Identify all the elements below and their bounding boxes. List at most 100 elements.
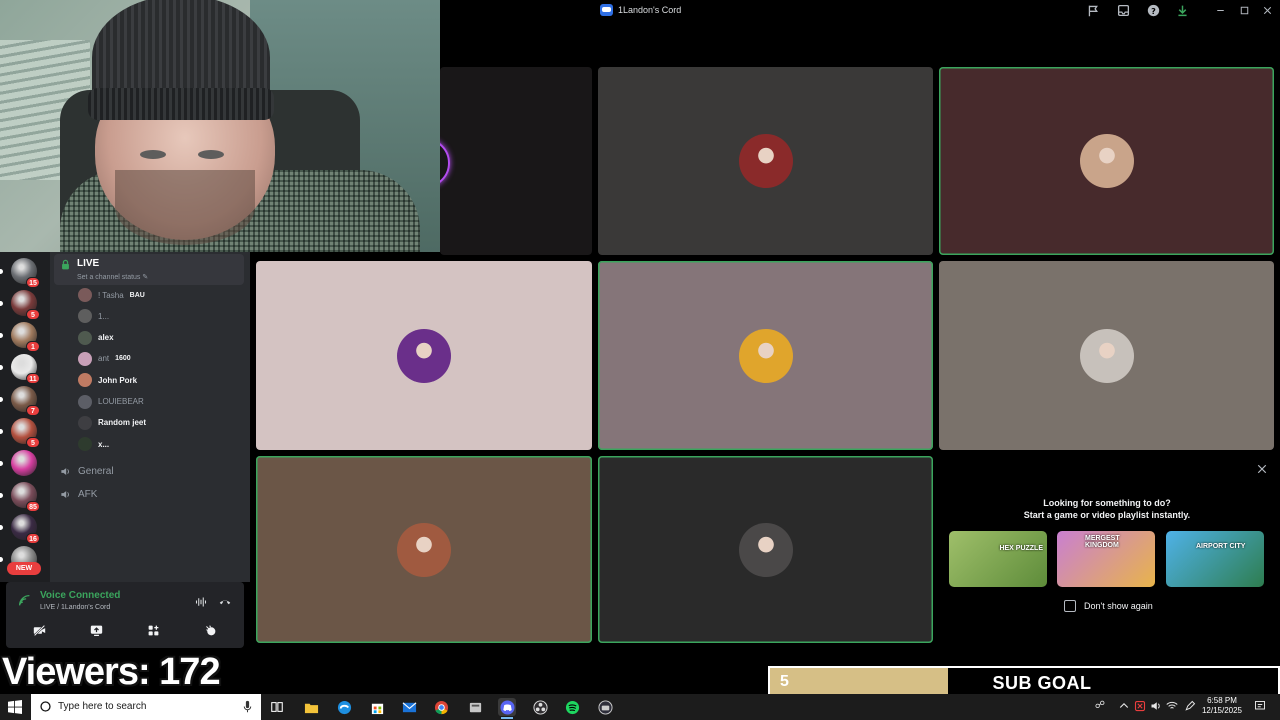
voice-connected-subtitle[interactable]: LIVE / 1Landon's Cord — [40, 604, 110, 611]
flag-icon[interactable] — [1087, 4, 1100, 17]
app-icon[interactable] — [466, 698, 484, 716]
server-icon[interactable]: 15 — [0, 258, 40, 288]
user-name: LOUIEBEAR — [98, 397, 144, 406]
microsoft-store-icon[interactable] — [368, 698, 386, 716]
participant-avatar — [1079, 134, 1134, 188]
signal-icon[interactable] — [18, 594, 31, 607]
minimize-icon[interactable] — [1214, 4, 1227, 17]
server-icon[interactable]: 16 — [0, 514, 40, 544]
camera-off-button[interactable] — [16, 620, 62, 640]
file-explorer-icon[interactable] — [302, 698, 320, 716]
voice-user[interactable]: x... — [78, 435, 109, 453]
user-name: 1... — [98, 311, 110, 321]
close-icon[interactable] — [1261, 4, 1274, 17]
channel-live[interactable]: LIVE Set a channel status ✎ — [54, 254, 244, 285]
unread-pip — [0, 429, 3, 434]
window-title-text: 1Landon's Cord — [618, 5, 682, 15]
mention-badge: 16 — [26, 533, 40, 544]
game-card-airport-city[interactable]: AIRPORT CITY — [1166, 531, 1264, 587]
chevron-up-icon[interactable] — [1118, 700, 1130, 712]
noise-suppression-icon[interactable] — [195, 595, 207, 607]
voice-user[interactable]: ! Tasha BAU — [78, 286, 145, 304]
antivirus-icon[interactable] — [1134, 700, 1146, 712]
microphone-icon[interactable] — [242, 700, 253, 713]
streamlabs-icon[interactable] — [596, 698, 614, 716]
volume-icon[interactable] — [1150, 700, 1162, 712]
screen-share-button[interactable] — [73, 620, 119, 640]
video-tile[interactable] — [939, 67, 1274, 255]
discord-icon[interactable] — [498, 698, 516, 719]
soundboard-button[interactable] — [187, 620, 233, 640]
user-name: x... — [98, 439, 110, 449]
voice-user[interactable]: ant 1600 — [78, 350, 131, 368]
server-icon[interactable]: 11 — [0, 354, 40, 384]
spotify-icon[interactable] — [563, 698, 581, 716]
video-tile[interactable] — [598, 67, 933, 255]
pen-icon[interactable] — [1184, 700, 1196, 712]
chrome-icon[interactable] — [432, 698, 450, 716]
new-badge: NEW — [7, 562, 41, 575]
camera-off-icon — [33, 624, 45, 636]
taskbar-search[interactable]: Type here to search — [31, 694, 261, 720]
taskbar-clock[interactable]: 6:58 PM 12/15/2025 — [1196, 696, 1248, 716]
notification-icon[interactable] — [1254, 700, 1266, 712]
close-icon[interactable] — [1256, 462, 1268, 474]
edge-icon[interactable] — [335, 698, 353, 716]
mention-badge: 15 — [26, 277, 40, 288]
download-icon[interactable] — [1176, 4, 1189, 17]
voice-user[interactable]: 1... — [78, 307, 109, 325]
video-tile[interactable] — [598, 456, 933, 643]
voice-user[interactable]: LOUIEBEAR — [78, 393, 144, 411]
server-icon[interactable]: 5 — [0, 418, 40, 448]
video-tile[interactable] — [256, 261, 592, 450]
game-card-art — [949, 531, 1047, 587]
disconnect-icon[interactable] — [219, 595, 231, 607]
windows-start-icon[interactable] — [8, 700, 22, 714]
mention-badge: 5 — [26, 309, 40, 320]
voice-user[interactable]: alex — [78, 329, 114, 347]
activities-button[interactable] — [130, 620, 176, 640]
voice-channel-general[interactable]: General — [60, 463, 114, 479]
inbox-icon[interactable] — [1117, 4, 1130, 17]
sub-goal-progress — [770, 668, 948, 696]
server-icon[interactable]: 7 — [0, 386, 40, 416]
soundboard-icon — [205, 624, 215, 635]
dont-show-again-label: Don't show again — [1084, 601, 1153, 611]
dont-show-again-checkbox[interactable]: Don't show again — [1064, 600, 1153, 612]
game-card-mergest-kingdom[interactable]: MERGEST KINGDOM — [1057, 531, 1155, 587]
video-tile[interactable] — [598, 261, 933, 450]
participant-avatar — [397, 328, 451, 383]
voice-user[interactable]: John Pork — [78, 371, 137, 389]
people-icon[interactable]: ☍ — [1094, 700, 1106, 712]
video-tile[interactable] — [440, 67, 592, 255]
network-icon[interactable] — [1166, 700, 1178, 712]
channel-list: LIVE Set a channel status ✎ ! Tasha BAU 1… — [50, 252, 250, 582]
pencil-icon: ✎ — [142, 274, 149, 281]
channel-status[interactable]: Set a channel status ✎ — [77, 273, 148, 281]
help-icon[interactable]: ? — [1147, 4, 1160, 17]
svg-text:?: ? — [1151, 6, 1156, 16]
unread-pip — [0, 301, 3, 306]
video-tile[interactable] — [256, 456, 592, 643]
server-icon[interactable]: 1 — [0, 322, 40, 352]
participant-avatar — [397, 522, 451, 577]
user-name: Random jeet — [98, 418, 147, 428]
mention-badge: 5 — [26, 437, 40, 448]
server-icon[interactable] — [0, 450, 37, 476]
game-card-hex-puzzle[interactable]: HEX PUZZLE — [949, 531, 1047, 587]
maximize-icon[interactable] — [1238, 4, 1251, 17]
game-card-art — [1166, 531, 1264, 587]
server-icon[interactable]: 5 — [0, 290, 40, 320]
mail-icon[interactable] — [400, 698, 418, 716]
participant-avatar — [738, 522, 793, 577]
task-view-icon[interactable] — [268, 698, 286, 716]
server-icon[interactable]: 85 — [0, 482, 40, 512]
user-avatar — [78, 288, 92, 302]
voice-connected-title[interactable]: Voice Connected — [40, 590, 120, 601]
obs-icon[interactable] — [531, 698, 549, 716]
voice-channel-afk[interactable]: AFK — [60, 486, 97, 502]
video-tile[interactable] — [939, 261, 1274, 450]
voice-user[interactable]: Random jeet — [78, 414, 146, 432]
checkbox-box[interactable] — [1064, 600, 1076, 612]
screen: 1Landon's Cord ? Looking for something t… — [0, 0, 1280, 720]
